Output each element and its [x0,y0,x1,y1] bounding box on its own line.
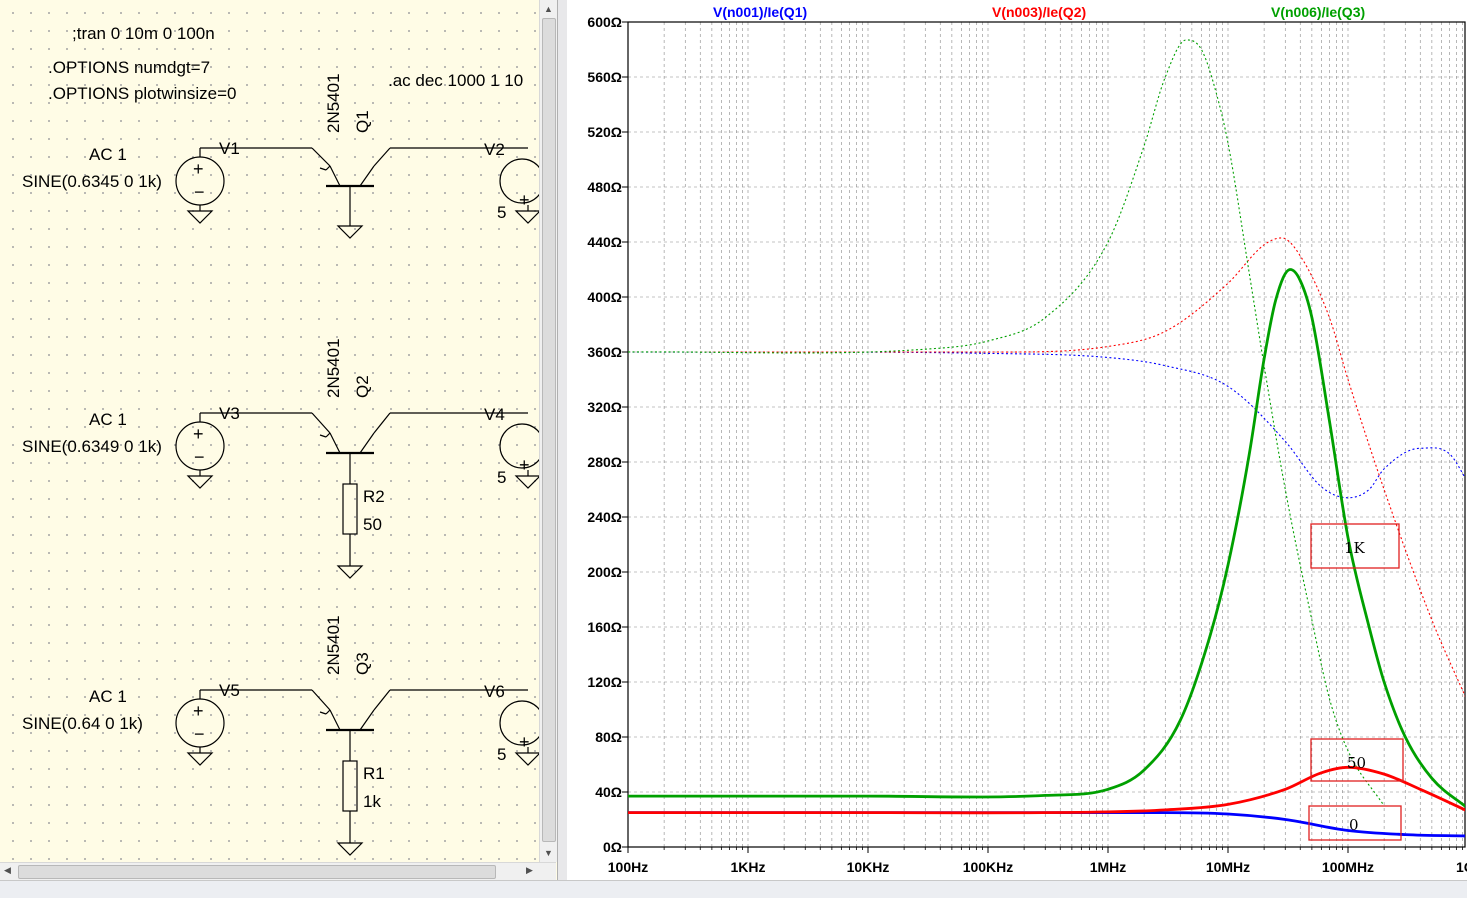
v5-value-label[interactable]: SINE(0.64 0 1k) [22,715,143,732]
trace-legend: V(n001)/Ie(Q1) V(n003)/Ie(Q2) V(n006)/Ie… [713,4,1365,20]
v3-ac-label[interactable]: AC 1 [89,411,127,428]
y-tick-label: 400Ω [587,289,622,305]
svg-text:+: + [193,424,204,444]
q2-ref-label[interactable]: Q2 [353,375,372,398]
y-tick-label: 480Ω [587,179,622,195]
directive-numdgt[interactable]: .OPTIONS numdgt=7 [48,59,210,76]
scroll-up-arrow-icon[interactable]: ▲ [544,4,553,14]
x-tick-label: 1KHz [730,859,765,875]
trace-label-q3[interactable]: V(n006)/Ie(Q3) [1271,4,1365,20]
q3-model-label[interactable]: 2N5401 [324,615,343,675]
directive-tran[interactable]: ;tran 0 10m 0 100n [72,25,215,42]
y-tick-label: 440Ω [587,234,622,250]
v2-value-label[interactable]: 5 [497,204,506,221]
vertical-scroll-thumb[interactable] [542,18,556,842]
trace-label-q1[interactable]: V(n001)/Ie(Q1) [713,4,807,20]
y-tick-label: 0Ω [603,839,622,855]
series-dotted-4 [628,237,1465,698]
series-magnitude-2 [628,268,1465,808]
y-tick-label: 320Ω [587,399,622,415]
y-tick-label: 280Ω [587,454,622,470]
q3-ref-label[interactable]: Q3 [353,652,372,675]
resistor-r2-symbol [342,483,358,535]
plot-grid [627,21,1465,848]
scroll-right-arrow-icon[interactable]: ▶ [526,865,533,876]
v4-ref-label[interactable]: V4 [484,406,505,423]
x-tick-label: 10MHz [1206,859,1250,875]
waveform-pane[interactable]: 600Ω 560Ω 520Ω 480Ω 440Ω 400Ω 360Ω 320Ω 280Ω 240Ω… [567,0,1467,880]
x-tick-label: 10KHz [847,859,890,875]
v1-ac-label[interactable]: AC 1 [89,146,127,163]
r1-value-label[interactable]: 1k [363,793,381,810]
r1-ref-label[interactable]: R1 [363,765,385,782]
svg-text:−: − [194,724,205,744]
y-tick-label: 40Ω [595,784,622,800]
r2-ref-label[interactable]: R2 [363,488,385,505]
x-tick-label: 1MHz [1090,859,1127,875]
v1-value-label[interactable]: SINE(0.6345 0 1k) [22,173,162,190]
v1-ref-label[interactable]: V1 [219,140,240,157]
v6-value-label[interactable]: 5 [497,746,506,763]
series-magnitude-0 [628,811,1465,838]
plot-frame [627,21,1466,848]
x-axis-ticks: 100Hz 1KHz 10KHz 100KHz 1MHz 10MHz 100MHz 1G [608,847,1467,875]
stage-3-drawing [175,689,545,856]
x-tick-label: 1G [1456,859,1467,875]
v6-ref-label[interactable]: V6 [484,683,505,700]
svg-text:+: + [193,159,204,179]
schematic-horizontal-scrollbar[interactable]: ◀ ▶ [0,862,556,880]
x-tick-label: 100MHz [1322,859,1374,875]
annotation-50: 50 [1347,754,1366,772]
v3-value-label[interactable]: SINE(0.6349 0 1k) [22,438,162,455]
q1-ref-label[interactable]: Q1 [353,110,372,133]
scroll-down-arrow-icon[interactable]: ▼ [544,848,553,858]
waveform-plot[interactable]: 600Ω 560Ω 520Ω 480Ω 440Ω 400Ω 360Ω 320Ω 280Ω 240Ω… [567,0,1467,880]
schematic-pane[interactable]: + − + − + − + + + ;tran 0 10m 0 100n .OPTIO… [0,0,557,880]
x-tick-label: 100Hz [608,859,648,875]
horizontal-scroll-thumb[interactable] [18,865,496,879]
r2-value-label[interactable]: 50 [363,516,382,533]
v2-ref-label[interactable]: V2 [484,141,505,158]
series-dotted-5 [628,39,1385,807]
scroll-left-arrow-icon[interactable]: ◀ [4,865,11,876]
svg-text:+: + [519,190,530,210]
v4-value-label[interactable]: 5 [497,469,506,486]
q2-model-label[interactable]: 2N5401 [324,338,343,398]
annotation-1k: 1K [1344,539,1366,557]
y-tick-label: 240Ω [587,509,622,525]
series-dotted-3 [628,351,1465,499]
annotation-0: 0 [1349,816,1359,834]
x-tick-label: 100KHz [963,859,1014,875]
svg-text:+: + [193,701,204,721]
schematic-vertical-scrollbar[interactable]: ▲ ▼ [539,0,557,862]
y-tick-label: 360Ω [587,344,622,360]
directive-ac[interactable]: .ac dec 1000 1 10 [388,72,523,89]
status-bar [0,880,1467,898]
v5-ac-label[interactable]: AC 1 [89,688,127,705]
svg-text:+: + [519,732,530,752]
y-tick-label: 80Ω [595,729,622,745]
y-tick-label: 200Ω [587,564,622,580]
svg-text:−: − [194,182,205,202]
y-tick-label: 520Ω [587,124,622,140]
directive-plotwinsize[interactable]: .OPTIONS plotwinsize=0 [48,85,237,102]
y-tick-label: 600Ω [587,14,622,30]
trace-label-q2[interactable]: V(n003)/Ie(Q2) [992,4,1086,20]
svg-text:−: − [194,447,205,467]
v5-ref-label[interactable]: V5 [219,682,240,699]
svg-text:+: + [519,455,530,475]
y-tick-label: 560Ω [587,69,622,85]
stage-1-drawing [175,147,545,239]
resistor-r1-symbol [342,760,358,812]
v3-ref-label[interactable]: V3 [219,405,240,422]
y-tick-label: 160Ω [587,619,622,635]
plot-series [628,39,1465,838]
y-axis-ticks: 600Ω 560Ω 520Ω 480Ω 440Ω 400Ω 360Ω 320Ω 280Ω 240Ω… [587,14,628,855]
stage-2-drawing [175,412,545,579]
y-tick-label: 120Ω [587,674,622,690]
q1-model-label[interactable]: 2N5401 [324,73,343,133]
